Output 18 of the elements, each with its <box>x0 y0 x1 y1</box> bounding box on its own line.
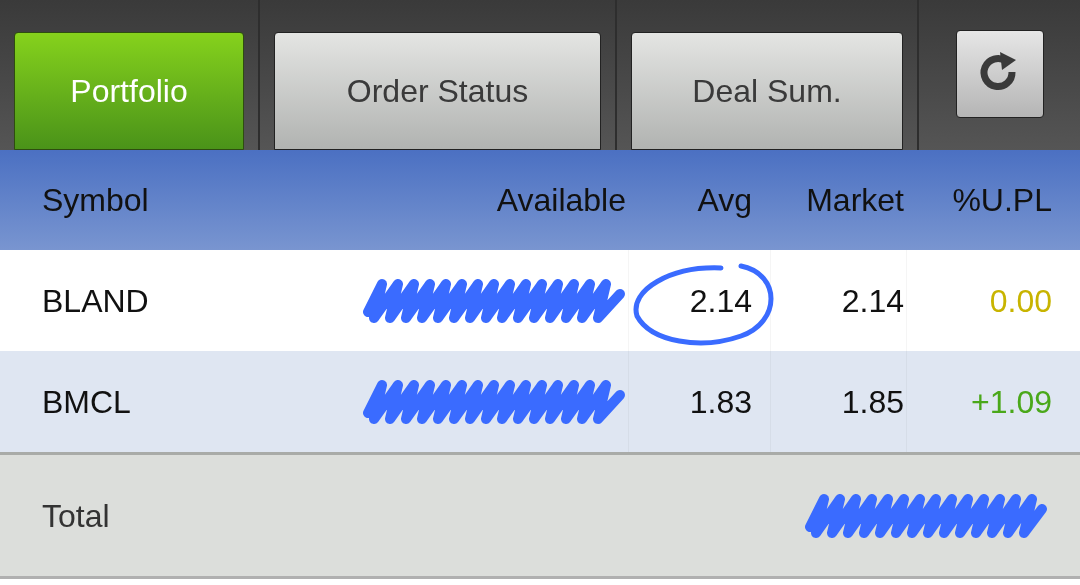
column-header: Market <box>805 181 905 220</box>
table-cell-text: 2.14 <box>689 281 752 321</box>
tab[interactable]: Deal Sum. <box>631 32 903 150</box>
table-cell-text: 2.14 <box>841 281 904 321</box>
table-cell-text: 1.83 <box>689 382 752 422</box>
column-header: Symbol <box>41 181 150 220</box>
table-cell-text: 1.85 <box>841 382 904 422</box>
column-header: Avg <box>696 181 753 220</box>
refresh-button[interactable] <box>955 30 1044 118</box>
table-cell-text: BMCL <box>42 382 131 422</box>
table-cell-text: 0.00 <box>989 281 1052 321</box>
table-cell-text: BLAND <box>42 281 149 321</box>
tab[interactable]: Order Status <box>274 32 601 150</box>
column-header: Available <box>495 181 627 220</box>
total-label: Total <box>42 496 110 536</box>
table-row[interactable]: BMCL 1.83 1.85 +1.09 <box>0 351 1080 452</box>
column-header: %U.PL <box>951 181 1053 220</box>
table-cell-text: +1.09 <box>971 382 1052 422</box>
